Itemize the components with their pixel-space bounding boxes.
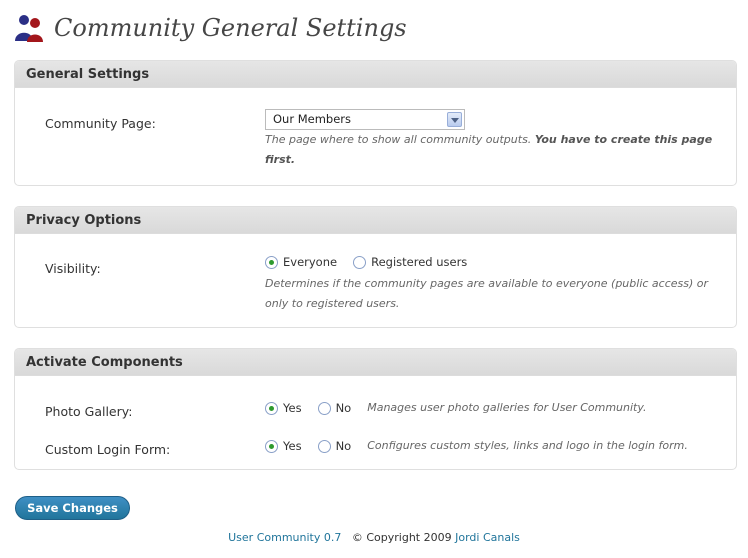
custom-login-no-label: No [335,439,352,453]
chevron-down-icon[interactable] [447,112,462,127]
photo-gallery-no-label: No [335,401,352,415]
community-page-selected-value: Our Members [273,112,352,126]
custom-login-description: Configures custom styles, links and logo… [367,439,688,452]
custom-login-radio-group: Yes No Configures custom styles, links a… [265,436,688,456]
photo-gallery-yes-label: Yes [283,401,302,415]
community-page-label: Community Page: [45,116,156,131]
visibility-label: Visibility: [45,261,101,276]
page-title: Community General Settings [54,14,407,42]
photo-gallery-no-option[interactable]: No [317,401,352,415]
page-header: Community General Settings [14,10,407,46]
custom-login-yes-option[interactable]: Yes [265,439,302,453]
privacy-options-panel: Privacy Options Visibility: Everyone Reg… [14,206,737,328]
visibility-everyone-radio[interactable] [265,255,278,269]
visibility-description: Determines if the community pages are av… [265,276,709,310]
general-settings-panel: General Settings Community Page: Our Mem… [14,60,737,186]
photo-gallery-no-radio[interactable] [317,401,331,415]
custom-login-label: Custom Login Form: [45,442,171,457]
photo-gallery-radio-group: Yes No Manages user photo galleries for … [265,398,647,418]
users-icon [15,15,43,42]
visibility-radio-group: Everyone Registered users [265,255,483,269]
visibility-registered-label: Registered users [371,255,468,269]
visibility-registered-radio[interactable] [353,255,367,269]
visibility-registered-option[interactable]: Registered users [353,255,467,269]
activate-components-heading: Activate Components [15,349,736,376]
photo-gallery-yes-option[interactable]: Yes [265,401,302,415]
author-link[interactable]: Jordi Canals [455,531,520,544]
privacy-options-heading: Privacy Options [15,207,736,234]
photo-gallery-yes-radio[interactable] [265,401,278,415]
custom-login-yes-label: Yes [283,439,302,453]
footer: User Community 0.7 © Copyright 2009 Jord… [0,531,748,544]
custom-login-no-radio[interactable] [317,439,331,453]
copyright-text: © Copyright 2009 [351,531,452,544]
plugin-link[interactable]: User Community 0.7 [228,531,341,544]
visibility-everyone-label: Everyone [283,255,338,269]
general-settings-heading: General Settings [15,61,736,88]
save-changes-button[interactable]: Save Changes [15,496,130,520]
visibility-everyone-option[interactable]: Everyone [265,255,337,269]
activate-components-panel: Activate Components Photo Gallery: Yes N… [14,348,737,470]
community-page-description: The page where to show all community out… [265,133,713,166]
community-page-select[interactable]: Our Members [265,109,465,130]
photo-gallery-label: Photo Gallery: [45,404,133,419]
custom-login-no-option[interactable]: No [317,439,352,453]
photo-gallery-description: Manages user photo galleries for User Co… [367,401,647,414]
custom-login-yes-radio[interactable] [265,439,278,453]
